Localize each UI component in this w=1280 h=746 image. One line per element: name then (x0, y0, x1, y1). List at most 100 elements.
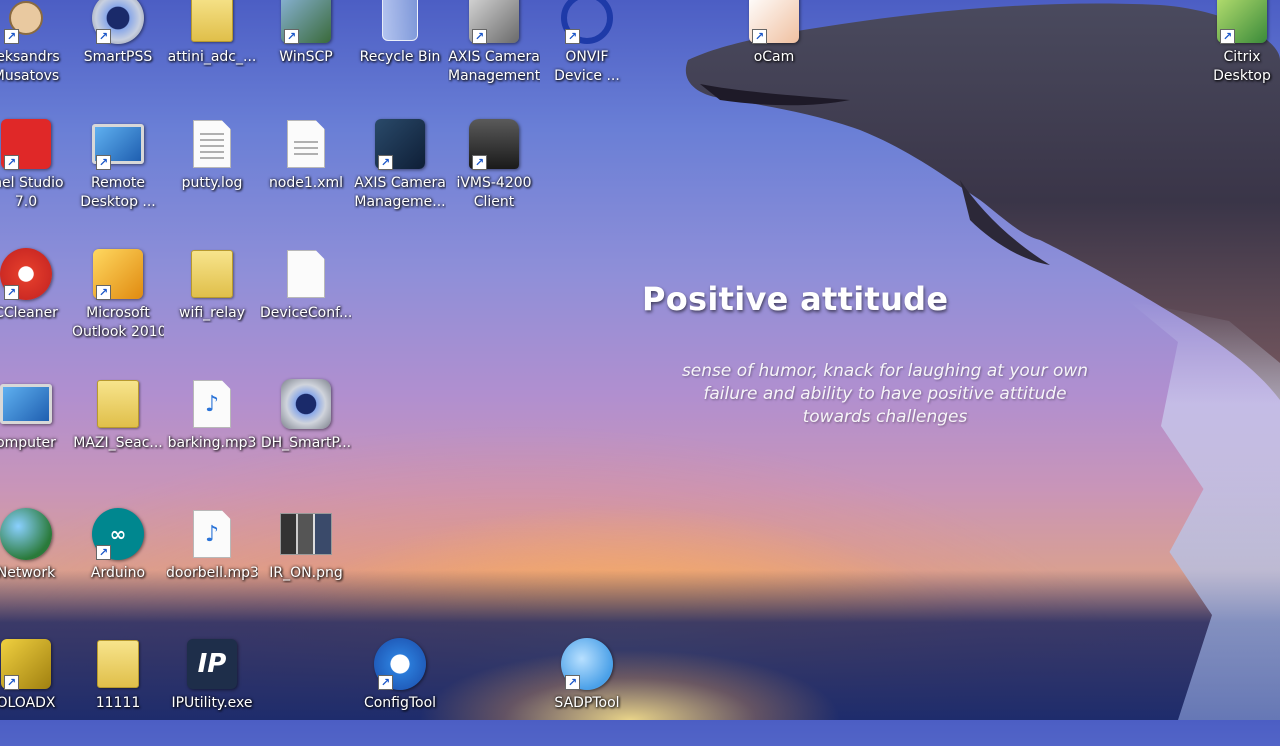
desktop-icon-dh-smartpss[interactable]: DH_SmartP... (260, 376, 352, 486)
desktop-icon-attini-folder[interactable]: attini_adc_... (166, 0, 258, 100)
desktop-icon-node1-xml[interactable]: node1.xml (260, 116, 352, 226)
desktop-icon-user-folder[interactable]: ↗ leksandrsMusatovs (0, 0, 72, 100)
desktop-icon-putty-log[interactable]: putty.log (166, 116, 258, 226)
axis-camera-tools-icon: ↗ (466, 0, 522, 46)
desktop-icon-iputility[interactable]: IP IPUtility.exe (166, 636, 258, 746)
icon-label: CCleaner (0, 305, 58, 321)
ladybug-icon: ↗ (0, 116, 54, 172)
desktop-icon-configtool[interactable]: ↗ ConfigTool (354, 636, 446, 746)
quote-line: failure and ability to have positive att… (703, 384, 1067, 404)
quote-line: sense of humor, knack for laughing at yo… (681, 361, 1089, 381)
desktop-icon-recycle-bin[interactable]: Recycle Bin (354, 0, 446, 100)
desktop-icon-axis-camera-management[interactable]: ↗ AXIS Camera Management (448, 0, 540, 100)
desktop-icon-mazi-folder[interactable]: MAZI_Seac... (72, 376, 164, 486)
icon-label: Arduino (90, 565, 146, 581)
desktop-icon-computer[interactable]: omputer (0, 376, 72, 486)
shortcut-arrow-icon: ↗ (472, 29, 487, 44)
shortcut-arrow-icon: ↗ (378, 675, 393, 690)
icon-label: DH_SmartP... (260, 435, 352, 451)
icon-label: Recycle Bin (359, 49, 441, 65)
sadptool-icon: ↗ (559, 636, 615, 692)
quote-line: towards challenges (802, 407, 968, 427)
desktop-icon-wifi-relay-folder[interactable]: wifi_relay (166, 246, 258, 356)
icon-label: attini_adc_... (167, 49, 257, 65)
icon-label: Citrix Desktop (1213, 49, 1271, 84)
desktop-icon-arduino[interactable]: ∞ ↗ Arduino (72, 506, 164, 616)
user-icon: ↗ (0, 0, 54, 46)
icon-label: wifi_relay (179, 305, 245, 321)
shortcut-arrow-icon: ↗ (96, 545, 111, 560)
arduino-icon: ∞ ↗ (90, 506, 146, 562)
desktop-icon-deviceconf[interactable]: DeviceConf... (260, 246, 352, 356)
xml-document-icon (278, 116, 334, 172)
desktop-icon-camel-studio[interactable]: ↗ mel Studio7.0 (0, 116, 72, 226)
desktop-icon-barking-mp3[interactable]: ♪ barking.mp3 (166, 376, 258, 486)
shortcut-arrow-icon: ↗ (284, 29, 299, 44)
desktop-icon-sadptool[interactable]: ↗ SADPTool (541, 636, 633, 746)
audio-file-icon: ♪ (184, 506, 240, 562)
desktop-icon-remote-desktop[interactable]: ↗ Remote Desktop ... (72, 116, 164, 226)
icon-label: omputer (0, 435, 56, 451)
icon-label: DeviceConf... (260, 305, 352, 321)
icon-label: OLOADX (0, 695, 56, 711)
icon-label: node1.xml (268, 175, 344, 191)
wallpaper-quote-text: sense of humor, knack for laughing at yo… (680, 360, 1090, 429)
citrix-icon: ↗ (1214, 0, 1270, 46)
icon-label: Network (0, 565, 56, 581)
ip-utility-icon: IP (184, 636, 240, 692)
desktop-icon-outlook-2010[interactable]: ↗ Microsoft Outlook 2010 (72, 246, 164, 356)
icon-label: doorbell.mp3 (166, 565, 258, 581)
winscp-icon: ↗ (278, 0, 334, 46)
icon-label: AXIS Camera Manageme... (354, 175, 446, 210)
folder-icon (90, 636, 146, 692)
desktop-icon-onvif-device[interactable]: ↗ ONVIF Device ... (541, 0, 633, 100)
shortcut-arrow-icon: ↗ (472, 155, 487, 170)
audio-file-icon: ♪ (184, 376, 240, 432)
outlook-icon: ↗ (90, 246, 146, 302)
desktop-icon-ir-on-png[interactable]: IR_ON.png (260, 506, 352, 616)
recycle-bin-icon (372, 0, 428, 46)
icon-label: SmartPSS (83, 49, 153, 65)
remote-desktop-icon: ↗ (90, 116, 146, 172)
desktop-icon-smartpss[interactable]: ↗ SmartPSS (72, 0, 164, 100)
shortcut-arrow-icon: ↗ (4, 155, 19, 170)
axis-camera-tools-icon: ↗ (372, 116, 428, 172)
desktop-icon-citrix-desktop[interactable]: ↗ Citrix Desktop (1196, 0, 1280, 100)
icon-label: iVMS-4200 Client (456, 175, 532, 210)
icon-label: IR_ON.png (269, 565, 343, 581)
configtool-icon: ↗ (372, 636, 428, 692)
desktop-icon-axis-camera-management-2[interactable]: ↗ AXIS Camera Manageme... (354, 116, 446, 226)
icon-label: barking.mp3 (167, 435, 257, 451)
icon-label: putty.log (181, 175, 243, 191)
icon-label: WinSCP (279, 49, 333, 65)
shortcut-arrow-icon: ↗ (565, 675, 580, 690)
shortcut-arrow-icon: ↗ (96, 155, 111, 170)
shortcut-arrow-icon: ↗ (96, 285, 111, 300)
desktop-icon-network[interactable]: Network (0, 506, 72, 616)
shortcut-arrow-icon: ↗ (96, 29, 111, 44)
shortcut-arrow-icon: ↗ (1220, 29, 1235, 44)
icon-label: oCam (753, 49, 795, 65)
camera-lens-icon: ↗ (90, 0, 146, 46)
icon-label: ConfigTool (363, 695, 437, 711)
shortcut-arrow-icon: ↗ (4, 285, 19, 300)
shortcut-arrow-icon: ↗ (4, 29, 19, 44)
desktop-icon-ocam[interactable]: ↗ oCam (728, 0, 820, 100)
icon-label: AXIS Camera Management (448, 49, 540, 84)
icon-label: SADPTool (554, 695, 620, 711)
desktop-icon-ivms-4200[interactable]: ↗ iVMS-4200 Client (448, 116, 540, 226)
desktop-icon-oloadx[interactable]: ↗ OLOADX (0, 636, 72, 746)
icon-label: ONVIF Device ... (554, 49, 620, 84)
icon-label: MAZI_Seac... (73, 435, 163, 451)
oloadx-icon: ↗ (0, 636, 54, 692)
blank-document-icon (278, 246, 334, 302)
computer-icon (0, 376, 54, 432)
desktop-icon-11111-folder[interactable]: 11111 (72, 636, 164, 746)
network-globe-icon (0, 506, 54, 562)
desktop-icon-winscp[interactable]: ↗ WinSCP (260, 0, 352, 100)
text-document-icon (184, 116, 240, 172)
shortcut-arrow-icon: ↗ (378, 155, 393, 170)
desktop-icon-ccleaner[interactable]: ↗ CCleaner (0, 246, 72, 356)
desktop-icon-doorbell-mp3[interactable]: ♪ doorbell.mp3 (166, 506, 258, 616)
folder-icon (90, 376, 146, 432)
